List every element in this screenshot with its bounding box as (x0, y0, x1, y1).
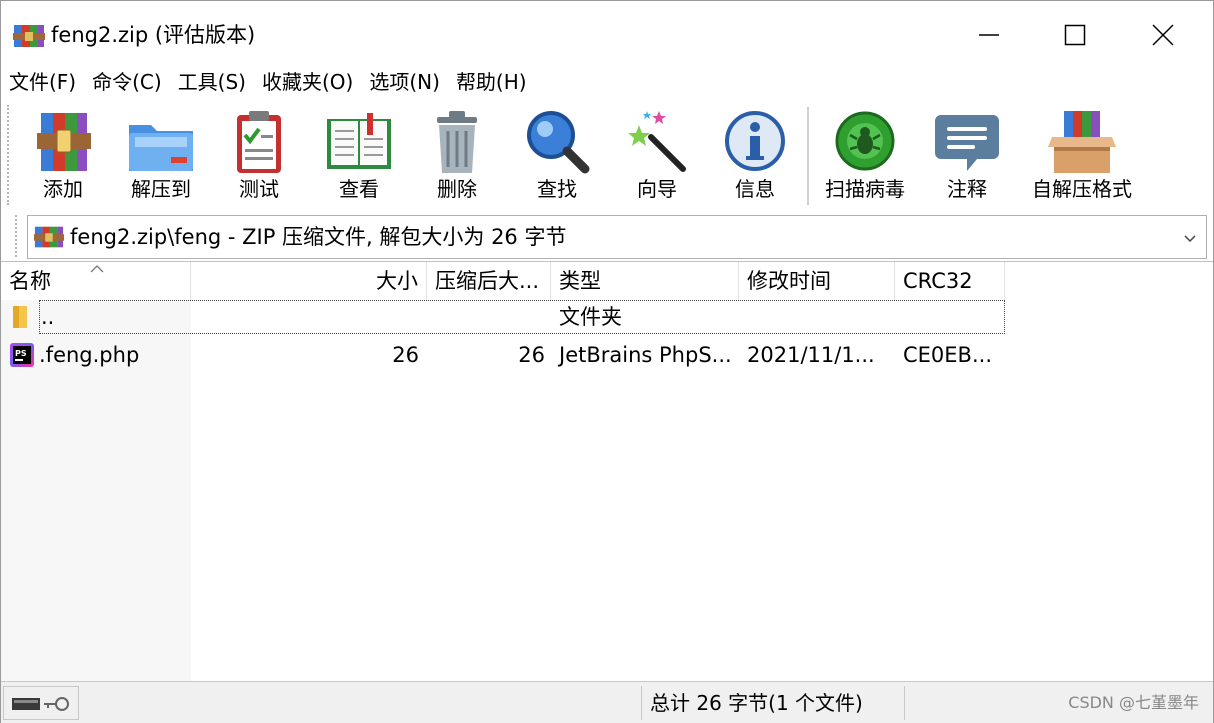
file-name: .. (41, 305, 55, 329)
address-grip[interactable] (15, 215, 19, 257)
virus-scan-icon (835, 111, 895, 171)
extract-folder-icon (129, 125, 193, 171)
address-row: feng2.zip\feng - ZIP 压缩文件, 解包大小为 26 字节 (1, 211, 1213, 261)
test-clipboard-icon (237, 111, 281, 173)
drive-key-icon[interactable] (10, 695, 72, 713)
trash-icon (437, 111, 477, 173)
comment-button[interactable]: 注释 (919, 107, 1015, 207)
column-crc32[interactable]: CRC32 (895, 262, 1005, 300)
file-list[interactable]: 名称 大小 压缩后大... 类型 修改时间 CRC32 .. 文件夹 PS .f… (1, 261, 1213, 682)
address-bar[interactable]: feng2.zip\feng - ZIP 压缩文件, 解包大小为 26 字节 (27, 215, 1207, 259)
svg-text:PS: PS (15, 349, 27, 358)
column-name[interactable]: 名称 (1, 262, 191, 300)
sfx-button[interactable]: 自解压格式 (1017, 107, 1147, 207)
menu-favorites[interactable]: 收藏夹(O) (262, 67, 353, 97)
file-type: JetBrains PhpS... (559, 343, 732, 367)
extract-to-button[interactable]: 解压到 (113, 107, 209, 207)
phpstorm-file-icon: PS (10, 343, 34, 367)
menu-bar: 文件(F) 命令(C) 工具(S) 收藏夹(O) 选项(N) 帮助(H) (1, 65, 1213, 99)
comment-icon (935, 115, 999, 171)
delete-label: 删除 (437, 177, 477, 201)
find-button[interactable]: 查找 (509, 107, 605, 207)
wizard-label: 向导 (637, 177, 677, 201)
status-bar: 总计 26 字节(1 个文件) CSDN @七堇墨年 (1, 681, 1213, 723)
view-book-icon (327, 113, 391, 169)
sfx-box-icon (1048, 111, 1116, 173)
maximize-icon (1064, 24, 1086, 46)
watermark: CSDN @七堇墨年 (1068, 693, 1199, 712)
view-label: 查看 (339, 177, 379, 201)
chevron-down-icon[interactable] (1180, 228, 1200, 248)
minimize-button[interactable] (959, 15, 1019, 55)
status-total: 总计 26 字节(1 个文件) (641, 686, 905, 720)
scan-virus-label: 扫描病毒 (825, 177, 905, 201)
archive-icon (34, 226, 64, 248)
status-icons (3, 686, 79, 720)
toolbar-separator (807, 107, 809, 205)
toolbar: 添加 解压到 测试 查看 删除 查找 向导 信息 扫描病毒 注释 自解压格式 (1, 99, 1213, 211)
focus-rectangle (39, 300, 1005, 334)
list-item[interactable]: .. 文件夹 (1, 300, 1005, 334)
comment-label: 注释 (947, 177, 987, 201)
column-type[interactable]: 类型 (551, 262, 739, 300)
scan-virus-button[interactable]: 扫描病毒 (817, 107, 913, 207)
add-archive-icon (37, 113, 91, 171)
menu-options[interactable]: 选项(N) (369, 67, 440, 97)
minimize-icon (979, 34, 999, 36)
close-button[interactable] (1133, 15, 1193, 55)
toolbar-grip[interactable] (7, 105, 11, 205)
add-label: 添加 (43, 177, 83, 201)
winrar-window: feng2.zip (评估版本) 文件(F) 命令(C) 工具(S) 收藏夹(O… (0, 0, 1214, 723)
delete-button[interactable]: 删除 (409, 107, 505, 207)
folder-icon (13, 306, 27, 328)
close-icon (1152, 24, 1174, 46)
winrar-app-icon (13, 25, 45, 47)
column-name-label: 名称 (9, 269, 51, 293)
info-icon (725, 111, 785, 171)
menu-commands[interactable]: 命令(C) (92, 67, 162, 97)
file-crc32: CE0EB... (903, 343, 992, 367)
column-size[interactable]: 大小 (191, 262, 427, 300)
file-type: 文件夹 (559, 305, 622, 329)
menu-tools[interactable]: 工具(S) (178, 67, 246, 97)
info-label: 信息 (735, 177, 775, 201)
title-bar: feng2.zip (评估版本) (1, 1, 1213, 67)
wizard-wand-icon (628, 111, 686, 172)
maximize-button[interactable] (1045, 15, 1105, 55)
view-button[interactable]: 查看 (311, 107, 407, 207)
wizard-button[interactable]: 向导 (609, 107, 705, 207)
window-title: feng2.zip (评估版本) (51, 23, 256, 47)
list-header: 名称 大小 压缩后大... 类型 修改时间 CRC32 (1, 262, 1005, 300)
sfx-label: 自解压格式 (1032, 177, 1132, 201)
menu-help[interactable]: 帮助(H) (456, 67, 527, 97)
file-packed-size: 26 (518, 343, 545, 367)
extract-to-label: 解压到 (131, 177, 191, 201)
menu-file[interactable]: 文件(F) (9, 67, 76, 97)
find-label: 查找 (537, 177, 577, 201)
address-path: feng2.zip\feng - ZIP 压缩文件, 解包大小为 26 字节 (70, 225, 567, 249)
sort-ascending-icon (90, 265, 104, 273)
test-button[interactable]: 测试 (211, 107, 307, 207)
test-label: 测试 (239, 177, 279, 201)
magnifier-icon (527, 111, 590, 174)
add-button[interactable]: 添加 (15, 107, 111, 207)
file-name: .feng.php (39, 343, 140, 367)
file-size: 26 (392, 343, 419, 367)
column-modified[interactable]: 修改时间 (739, 262, 895, 300)
info-button[interactable]: 信息 (707, 107, 803, 207)
list-item[interactable]: PS .feng.php 26 26 JetBrains PhpS... 202… (1, 338, 1005, 372)
file-modified: 2021/11/1... (747, 343, 875, 367)
column-packed-size[interactable]: 压缩后大... (427, 262, 551, 300)
